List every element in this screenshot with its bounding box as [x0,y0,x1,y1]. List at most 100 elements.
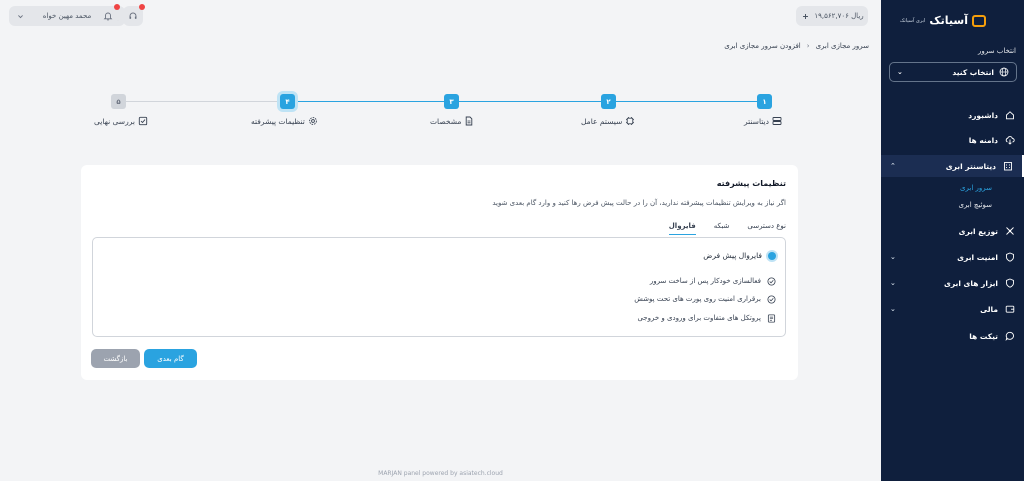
sidebar-item-label: دامنه ها [968,135,998,145]
feature-label: برقراری امنیت روی پورت های تحت پوشش [634,295,761,303]
tab-network[interactable]: شبکه [714,222,730,235]
wallet-icon [1005,304,1015,314]
logo-text: آسیاتک [929,14,968,27]
sidebar-item-tickets[interactable]: تیکت ها [881,325,1024,347]
card-title: تنظیمات پیشرفته [716,179,786,188]
step-1-label: دیتاسنتر [744,116,769,126]
next-step-button[interactable]: گام بعدی [144,349,197,368]
step-1[interactable]: دیتاسنتر [744,116,782,126]
sidebar-item-label: داشبورد [968,110,998,120]
globe-icon [999,67,1009,77]
cloud-download-icon [1005,135,1015,145]
sidebar-item-label: توزیع ابری [958,226,998,236]
notification-dot [114,4,120,10]
step-5-label: بررسی نهایی [94,116,135,126]
step-1-number[interactable]: ۱ [757,94,772,109]
settings-tabs: نوع دسترسی شبکه فایروال [668,222,786,235]
wizard-stepper: ۱ دیتاسنتر ۲ سیستم عامل ۳ مشخصات ۴ تنظیم… [0,88,881,138]
sidebar-item-cloud-tools[interactable]: ابزار های ابری ⌄ [881,272,1024,294]
step-2-number[interactable]: ۲ [601,94,616,109]
notifications-button[interactable] [98,4,120,26]
sidebar: آسیاتک ابری آسیاتک انتخاب سرور انتخاب کن… [881,0,1024,481]
network-icon [1005,226,1015,236]
building-icon [1003,161,1013,171]
step-2-label: سیستم عامل [581,116,623,126]
sidebar-item-label: تیکت ها [969,331,998,341]
sidebar-item-label: ابزار های ابری [944,278,998,288]
bell-icon [103,11,113,21]
feature-item: پروتکل های متفاوت برای ورودی و خروجی [637,313,776,323]
support-button[interactable] [123,4,145,26]
feature-item: فعالسازی خودکار پس از ساخت سرور [650,276,776,286]
chat-icon [1005,331,1015,341]
default-firewall-option[interactable]: فایروال پیش فرض [703,251,776,260]
sidebar-subitem-cloud-server[interactable]: سرور ابری [960,184,992,192]
logo[interactable]: آسیاتک ابری آسیاتک [900,14,986,27]
logo-mark [972,14,986,27]
breadcrumb-item[interactable]: سرور مجازی ابری [816,42,869,50]
shield-icon [1005,278,1015,288]
plus-icon [800,11,810,21]
chevron-up-icon: ⌃ [890,162,896,170]
step-5[interactable]: بررسی نهایی [94,116,148,126]
chevron-down-icon [15,11,25,21]
progress-line-done [295,101,765,102]
check-circle-icon [766,276,776,286]
list-icon [766,313,776,323]
shield-icon [1005,252,1015,262]
gear-icon [308,116,318,126]
logo-subtext: ابری آسیاتک [899,17,926,24]
sidebar-item-cloud-security[interactable]: امنیت ابری ⌄ [881,246,1024,268]
default-firewall-label: فایروال پیش فرض [703,251,762,260]
notification-dot [139,4,145,10]
sidebar-item-dashboard[interactable]: داشبورد [881,104,1024,126]
firewall-panel: فایروال پیش فرض فعالسازی خودکار پس از سا… [92,237,786,337]
server-icon [772,116,782,126]
progress-line-pending [125,101,290,102]
step-4-label: تنظیمات پیشرفته [251,116,305,126]
feature-item: برقراری امنیت روی پورت های تحت پوشش [634,294,776,304]
headset-icon [128,11,138,21]
feature-label: فعالسازی خودکار پس از ساخت سرور [649,277,761,285]
sidebar-item-label: امنیت ابری [957,252,998,262]
chevron-left-icon: ‹ [806,42,810,50]
tab-firewall[interactable]: فایروال [668,222,696,235]
user-name: محمد مهین خواه [42,12,92,20]
step-3[interactable]: مشخصات [430,116,474,126]
sidebar-item-cloud-distribution[interactable]: توزیع ابری [881,220,1024,242]
step-3-number[interactable]: ۳ [444,94,459,109]
sidebar-item-cloud-datacenter[interactable]: دیتاسنتر ابری ⌃ [881,155,1024,177]
balance-amount: ۱۹,۵۶۲,۷۰۶ ریال [814,12,864,20]
step-3-label: مشخصات [430,116,462,126]
sidebar-subitem-cloud-switch[interactable]: سوئیچ ابری [958,201,992,209]
main-area: محمد مهین خواه ۱۹,۵۶۲,۷۰۶ ریال سرور مجاز… [0,0,881,481]
server-select-value: انتخاب کنید [952,67,994,77]
sidebar-item-label: مالی [980,304,998,314]
sidebar-item-domains[interactable]: دامنه ها [881,129,1024,151]
chevron-down-icon: ⌄ [890,279,896,287]
breadcrumb: سرور مجازی ابری ‹ افزودن سرور مجازی ابری [724,42,869,50]
breadcrumb-item: افزودن سرور مجازی ابری [724,42,801,50]
card-description: اگر نیاز به ویرایش تنظیمات پیشرفته نداری… [492,199,786,207]
chevron-down-icon: ⌄ [897,68,903,76]
server-select[interactable]: انتخاب کنید ⌄ [889,62,1017,82]
step-2[interactable]: سیستم عامل [581,116,635,126]
tab-access-type[interactable]: نوع دسترسی [747,222,786,235]
sidebar-item-finance[interactable]: مالی ⌄ [881,298,1024,320]
sidebar-item-label: دیتاسنتر ابری [945,161,996,171]
check-circle-icon [766,294,776,304]
check-square-icon [138,116,148,126]
chip-icon [625,116,635,126]
home-icon [1005,110,1015,120]
back-button[interactable]: بازگشت [91,349,140,368]
radio-selected[interactable] [768,251,776,260]
footer-text: MARJAN panel powered by asiatech.cloud [378,470,503,477]
document-icon [464,116,474,126]
step-5-number[interactable]: ۵ [111,94,126,109]
server-select-label: انتخاب سرور [978,47,1016,55]
chevron-down-icon: ⌄ [890,253,896,261]
wallet-balance[interactable]: ۱۹,۵۶۲,۷۰۶ ریال [796,6,868,26]
step-4[interactable]: تنظیمات پیشرفته [251,116,318,126]
step-4-number[interactable]: ۴ [280,94,295,109]
feature-label: پروتکل های متفاوت برای ورودی و خروجی [637,314,761,322]
